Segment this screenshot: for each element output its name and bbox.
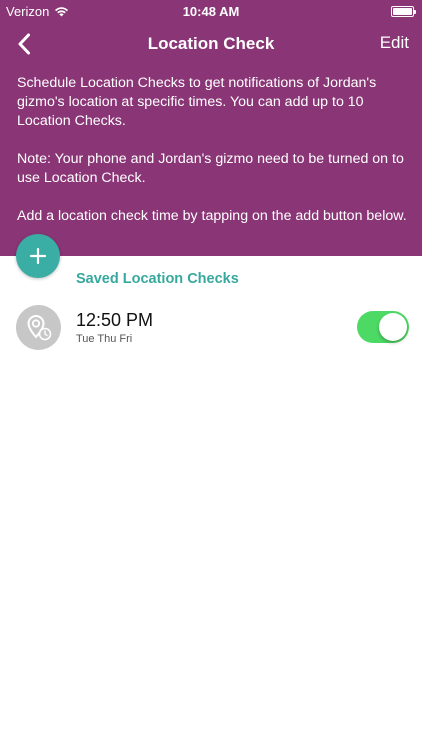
plus-icon: [29, 247, 47, 265]
intro-text: Schedule Location Checks to get notifica…: [17, 74, 412, 245]
section-title: Saved Location Checks: [76, 271, 239, 287]
header: Verizon 10:48 AM Location Check Edit Sch…: [0, 0, 422, 256]
location-alarm-icon: [16, 305, 61, 350]
check-enabled-toggle[interactable]: [357, 311, 409, 343]
status-bar: Verizon 10:48 AM: [0, 0, 422, 22]
intro-paragraph: Schedule Location Checks to get notifica…: [17, 75, 377, 129]
check-days: Tue Thu Fri: [76, 333, 133, 345]
back-button[interactable]: [8, 28, 40, 60]
status-time: 10:48 AM: [182, 4, 240, 19]
edit-button[interactable]: Edit: [380, 33, 409, 53]
intro-instruction: Add a location check time by tapping on …: [17, 208, 407, 224]
intro-note: Note: Your phone and Jordan's gizmo need…: [17, 151, 404, 186]
chevron-left-icon: [18, 33, 30, 55]
add-location-check-button[interactable]: [16, 234, 60, 278]
pin-clock-icon: [26, 314, 51, 340]
check-time: 12:50 PM: [76, 310, 154, 330]
nav-bar: Location Check Edit: [0, 22, 422, 66]
page-title: Location Check: [147, 34, 275, 53]
toggle-knob: [379, 313, 407, 341]
battery-icon: [391, 6, 416, 17]
location-check-row[interactable]: 12:50 PM Tue Thu Fri: [0, 300, 422, 356]
